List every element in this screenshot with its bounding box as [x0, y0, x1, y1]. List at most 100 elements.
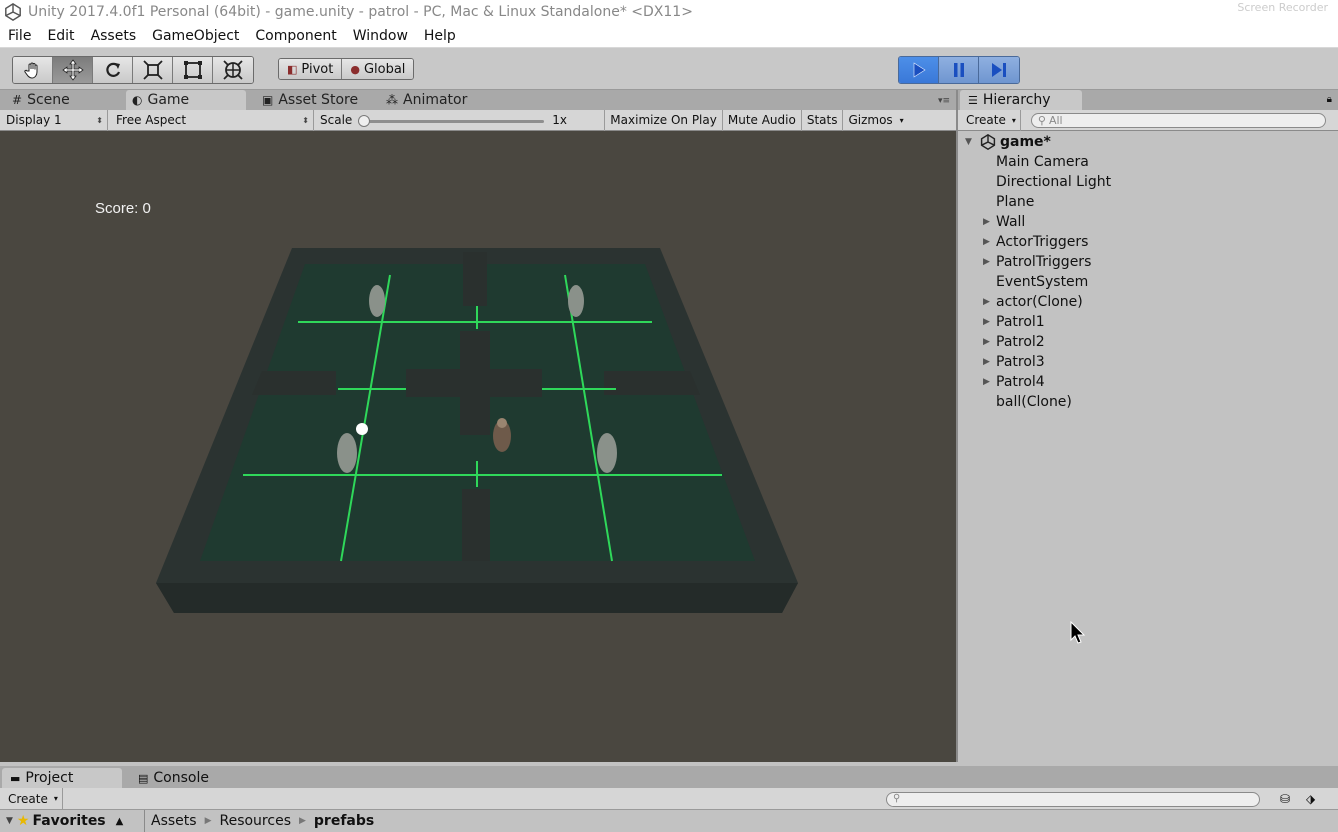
- menu-assets[interactable]: Assets: [83, 28, 145, 44]
- step-icon: [992, 63, 1006, 77]
- rotate-tool-button[interactable]: [93, 57, 133, 83]
- hierarchy-item-label: ActorTriggers: [996, 234, 1089, 250]
- pause-button[interactable]: [939, 57, 979, 83]
- hierarchy-item[interactable]: ▶ PatrolTriggers: [958, 252, 1338, 272]
- expand-arrow-icon[interactable]: ▶: [983, 237, 990, 247]
- hierarchy-search-input[interactable]: ⚲ All: [1030, 112, 1326, 128]
- main-toolbar: ◧ Pivot ● Global: [0, 48, 1338, 90]
- tab-animator[interactable]: ⁂ Animator: [380, 90, 473, 110]
- title-bar: Unity 2017.4.0f1 Personal (64bit) - game…: [0, 0, 1338, 24]
- scroll-up-icon[interactable]: ▲: [116, 816, 124, 827]
- display-dropdown[interactable]: Display 1 ⬍: [0, 109, 108, 131]
- hierarchy-item[interactable]: EventSystem: [958, 272, 1338, 292]
- step-button[interactable]: [979, 57, 1019, 83]
- tab-game[interactable]: ◐ Game: [126, 90, 246, 110]
- store-bag-icon: ▣: [262, 93, 274, 107]
- expand-arrow-icon[interactable]: ▼: [965, 137, 972, 147]
- hierarchy-create-dropdown[interactable]: Create ▾: [958, 109, 1021, 131]
- hierarchy-item-label: ball(Clone): [996, 394, 1072, 410]
- filter-by-label-icon[interactable]: ⬗: [1306, 792, 1315, 806]
- hierarchy-item[interactable]: Main Camera: [958, 152, 1338, 172]
- hierarchy-item[interactable]: ▶ Patrol3: [958, 352, 1338, 372]
- tab-scene[interactable]: # Scene: [6, 90, 76, 110]
- hierarchy-item[interactable]: ▶ Patrol1: [958, 312, 1338, 332]
- expand-arrow-icon[interactable]: ▶: [983, 317, 990, 327]
- aspect-dropdown[interactable]: Free Aspect ⬍: [108, 109, 314, 131]
- inner-wall-left: [252, 371, 336, 395]
- hierarchy-item[interactable]: Directional Light: [958, 172, 1338, 192]
- breadcrumb-assets[interactable]: Assets: [151, 813, 197, 829]
- score-label: Score: 0: [95, 200, 151, 217]
- hierarchy-item[interactable]: ▶ actor(Clone): [958, 292, 1338, 312]
- tab-asset-store[interactable]: ▣ Asset Store: [256, 90, 364, 110]
- gizmos-dropdown[interactable]: Gizmos ▾: [842, 109, 906, 131]
- pivot-button[interactable]: ◧ Pivot: [279, 59, 343, 79]
- panel-menu-icon[interactable]: ▾≡: [938, 96, 950, 106]
- tab-console-label: Console: [153, 770, 209, 786]
- transform-tools: [12, 56, 254, 84]
- tab-hierarchy[interactable]: ☰ Hierarchy: [960, 90, 1082, 110]
- hierarchy-item[interactable]: ball(Clone): [958, 392, 1338, 412]
- maximize-on-play-toggle[interactable]: Maximize On Play: [604, 109, 722, 131]
- expand-arrow-icon[interactable]: ▶: [983, 377, 990, 387]
- expand-arrow-icon[interactable]: ▶: [983, 357, 990, 367]
- tab-asset-store-label: Asset Store: [278, 92, 359, 108]
- global-button[interactable]: ● Global: [342, 59, 414, 79]
- hierarchy-item-label: Directional Light: [996, 174, 1112, 190]
- project-create-label: Create: [8, 791, 48, 806]
- project-create-dropdown[interactable]: Create ▾: [0, 788, 63, 809]
- tab-console[interactable]: ▤ Console: [130, 768, 217, 788]
- hierarchy-item[interactable]: Plane: [958, 192, 1338, 212]
- breadcrumb: Assets ▶ Resources ▶ prefabs: [145, 813, 374, 829]
- menu-gameobject[interactable]: GameObject: [144, 28, 247, 44]
- expand-arrow-icon[interactable]: ▶: [983, 257, 990, 267]
- expand-arrow-icon[interactable]: ▶: [983, 297, 990, 307]
- tab-project[interactable]: ▬ Project: [2, 768, 122, 788]
- menu-component[interactable]: Component: [247, 28, 344, 44]
- hand-tool-button[interactable]: [13, 57, 53, 83]
- pivot-label: Pivot: [301, 61, 334, 77]
- breadcrumb-prefabs[interactable]: prefabs: [314, 813, 374, 829]
- hierarchy-item-label: Patrol2: [996, 334, 1045, 350]
- menu-edit[interactable]: Edit: [39, 28, 82, 44]
- hierarchy-item[interactable]: ▶ Patrol2: [958, 332, 1338, 352]
- mute-audio-toggle[interactable]: Mute Audio: [721, 109, 801, 131]
- move-tool-button[interactable]: [53, 57, 93, 83]
- play-button[interactable]: [899, 57, 939, 83]
- project-search-input[interactable]: ⚲: [886, 792, 1260, 807]
- project-toolbar: Create ▾ ⚲ ⛁ ⬗: [0, 788, 1338, 810]
- playback-controls: [898, 56, 1020, 84]
- hierarchy-item[interactable]: ▶ Wall: [958, 212, 1338, 232]
- hierarchy-item-label: Patrol1: [996, 314, 1045, 330]
- menu-help[interactable]: Help: [416, 28, 464, 44]
- inner-wall-right: [604, 371, 700, 395]
- transform-tool-button[interactable]: [213, 57, 253, 83]
- dropdown-arrow-icon: ▾: [1011, 115, 1016, 125]
- hierarchy-item-label: Plane: [996, 194, 1035, 210]
- menu-window[interactable]: Window: [345, 28, 416, 44]
- hierarchy-item[interactable]: ▶ Patrol4: [958, 372, 1338, 392]
- search-icon: ⚲: [893, 793, 901, 804]
- hierarchy-tree: ▼ game* Main Camera Directional Light Plan…: [958, 131, 1338, 762]
- expand-arrow-icon[interactable]: ▶: [983, 217, 990, 227]
- scale-label: Scale: [320, 113, 353, 127]
- filter-by-type-icon[interactable]: ⛁: [1280, 792, 1290, 806]
- animator-icon: ⁂: [386, 93, 398, 107]
- menu-file[interactable]: File: [0, 28, 39, 44]
- breadcrumb-resources[interactable]: Resources: [219, 813, 291, 829]
- hierarchy-item-label: Wall: [996, 214, 1026, 230]
- hierarchy-item-label: Main Camera: [996, 154, 1089, 170]
- rect-tool-button[interactable]: [173, 57, 213, 83]
- scale-tool-button[interactable]: [133, 57, 173, 83]
- stats-toggle[interactable]: Stats: [800, 109, 843, 131]
- hierarchy-item[interactable]: ▶ ActorTriggers: [958, 232, 1338, 252]
- expand-arrow-icon[interactable]: ▶: [983, 337, 990, 347]
- slider-thumb[interactable]: [358, 114, 371, 127]
- lock-icon[interactable]: 🔒︎: [1327, 94, 1332, 105]
- expand-arrow-icon[interactable]: ▼: [6, 816, 13, 826]
- favorites-header[interactable]: ▼ ★ Favorites ▲: [0, 810, 145, 832]
- pivot-toggle-group: ◧ Pivot ● Global: [278, 58, 415, 80]
- scale-slider[interactable]: [358, 110, 545, 131]
- game-viewport[interactable]: Score: 0: [0, 131, 956, 762]
- hierarchy-root-scene[interactable]: ▼ game*: [958, 132, 1338, 152]
